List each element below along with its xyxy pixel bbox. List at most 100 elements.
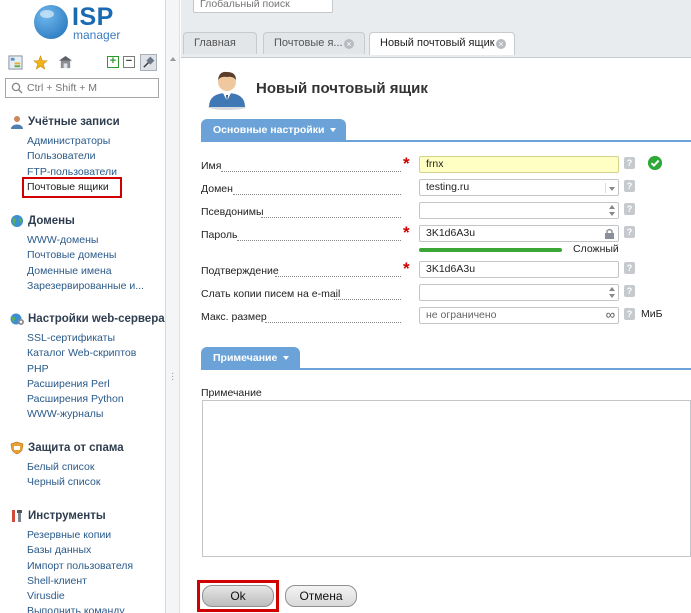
nav-item-admins[interactable]: Администраторы [27, 134, 120, 149]
pin-icon[interactable] [140, 54, 157, 71]
stepper-icon[interactable] [609, 205, 615, 216]
name-field[interactable]: frnx [419, 156, 619, 173]
nav-group-spam: Защита от спама Белый список Черный спис… [10, 440, 124, 491]
nav-item-run-command[interactable]: Выполнить команду [27, 604, 133, 613]
section-divider [201, 368, 691, 370]
chevron-down-icon [330, 128, 337, 133]
section-main-toggle[interactable]: Основные настройки [201, 119, 346, 141]
nav-item-ftp-users[interactable]: FTP-пользователи [27, 165, 120, 180]
sidebar-search-input[interactable] [27, 81, 155, 95]
domain-select-value: testing.ru [426, 181, 470, 193]
tab-mailboxes[interactable]: Почтовые я... × [263, 32, 365, 54]
page-title: Новый почтовый ящик [256, 80, 428, 97]
section-note-toggle[interactable]: Примечание [201, 347, 300, 369]
tab-bar: Главная Почтовые я... × Новый почтовый я… [181, 20, 691, 58]
nav-item-perl[interactable]: Расширения Perl [27, 377, 165, 392]
collapse-icon[interactable]: − [123, 56, 135, 68]
generate-password-icon[interactable] [604, 228, 615, 240]
chevron-down-icon [283, 356, 290, 361]
nav-group-header[interactable]: Инструменты [10, 508, 133, 524]
nav-item-mailboxes[interactable]: Почтовые ящики [22, 176, 122, 199]
max-size-placeholder: не ограничено [426, 309, 497, 321]
global-search-input[interactable] [200, 0, 328, 10]
isp-manager-logo[interactable]: ISP manager [34, 3, 154, 42]
tools-icon [10, 509, 24, 523]
aliases-label: Псевдонимы [201, 206, 411, 220]
sidebar-splitter[interactable]: · · · [166, 0, 180, 613]
close-icon[interactable]: × [344, 39, 354, 49]
ok-button[interactable]: Ok [202, 585, 274, 607]
nav-item-virusdie[interactable]: Virusdie [27, 589, 133, 604]
tab-home[interactable]: Главная [183, 32, 257, 54]
nav-item-php[interactable]: PHP [27, 362, 165, 377]
password-strength-bar [419, 248, 562, 252]
help-icon[interactable]: ? [624, 157, 635, 169]
copies-label: Слать копии писем на e-mail [201, 288, 411, 302]
domain-select[interactable]: testing.ru [419, 179, 619, 196]
sidebar-search[interactable] [5, 78, 159, 98]
nav-group-header[interactable]: Защита от спама [10, 440, 124, 456]
nav-group-title: Домены [28, 215, 75, 227]
nav-item-domain-names[interactable]: Доменные имена [27, 264, 144, 279]
nav-group-header[interactable]: Учётные записи [10, 114, 120, 130]
nav-group-header[interactable]: Настройки web-сервера [10, 311, 165, 327]
tree-icon[interactable] [7, 54, 23, 70]
tab-label: Новый почтовый ящик [380, 37, 495, 49]
home-icon[interactable] [57, 54, 73, 70]
max-size-field[interactable]: не ограничено ∞ [419, 307, 619, 324]
search-icon [11, 82, 23, 94]
nav-group-title: Учётные записи [28, 116, 120, 128]
nav-item-databases[interactable]: Базы данных [27, 543, 133, 558]
nav-item-mail-domains[interactable]: Почтовые домены [27, 248, 144, 263]
expand-icon[interactable]: + [107, 56, 119, 68]
help-icon[interactable]: ? [624, 203, 635, 215]
infinity-icon[interactable]: ∞ [606, 307, 615, 322]
nav-group-title: Настройки web-сервера [28, 313, 165, 325]
nav-item-python[interactable]: Расширения Python [27, 392, 165, 407]
global-search[interactable] [193, 0, 333, 13]
nav-item-ssl[interactable]: SSL-сертификаты [27, 331, 165, 346]
aliases-field[interactable] [419, 202, 619, 219]
nav-item-backups[interactable]: Резервные копии [27, 528, 133, 543]
nav-item-users[interactable]: Пользователи [27, 149, 120, 164]
nav-item-whitelist[interactable]: Белый список [27, 460, 124, 475]
nav-item-www-domains[interactable]: WWW-домены [27, 233, 144, 248]
close-icon[interactable]: × [496, 39, 506, 49]
copies-email-field[interactable] [419, 284, 619, 301]
sidebar-toolbar: + − [0, 51, 165, 73]
password-field[interactable]: 3K1d6A3u [419, 225, 619, 242]
help-icon[interactable]: ? [624, 285, 635, 297]
nav-group-header[interactable]: Домены [10, 213, 144, 229]
help-icon[interactable]: ? [624, 308, 635, 320]
password-value: 3K1d6A3u [426, 227, 476, 239]
nav-item-reserved[interactable]: Зарезервированные и... [27, 279, 144, 294]
nav-item-blacklist[interactable]: Черный список [27, 475, 124, 490]
tab-label: Главная [194, 37, 236, 49]
nav-item-import-user[interactable]: Импорт пользователя [27, 559, 133, 574]
cancel-button[interactable]: Отмена [285, 585, 357, 607]
spam-shield-icon [10, 441, 24, 455]
logo-subtext: manager [73, 28, 121, 42]
tab-new-mailbox[interactable]: Новый почтовый ящик × [369, 32, 515, 55]
note-label: Примечание [201, 387, 262, 399]
form-panel: Новый почтовый ящик Основные настройки И… [181, 59, 691, 613]
nav-item-www-logs[interactable]: WWW-журналы [27, 407, 165, 422]
stepper-icon[interactable] [609, 287, 615, 298]
nav-item-web-scripts[interactable]: Каталог Web-скриптов [27, 346, 165, 361]
nav-item-shell[interactable]: Shell-клиент [27, 574, 133, 589]
nav-group-tools: Инструменты Резервные копии Базы данных … [10, 508, 133, 613]
max-size-label: Макс. размер [201, 311, 411, 325]
confirm-password-field[interactable]: 3K1d6A3u [419, 261, 619, 278]
nav-group-domains: Домены WWW-домены Почтовые домены Доменн… [10, 213, 144, 294]
required-marker: * [403, 223, 410, 242]
splitter-grip-icon[interactable]: · · · [171, 369, 174, 385]
note-textarea[interactable] [202, 400, 691, 557]
help-icon[interactable]: ? [624, 226, 635, 238]
help-icon[interactable]: ? [624, 262, 635, 274]
star-icon[interactable] [32, 54, 48, 70]
domain-label: Домен [201, 183, 411, 197]
section-divider [201, 140, 691, 142]
scroll-up-icon[interactable] [170, 57, 176, 61]
help-icon[interactable]: ? [624, 180, 635, 192]
chevron-down-icon[interactable] [605, 183, 615, 193]
